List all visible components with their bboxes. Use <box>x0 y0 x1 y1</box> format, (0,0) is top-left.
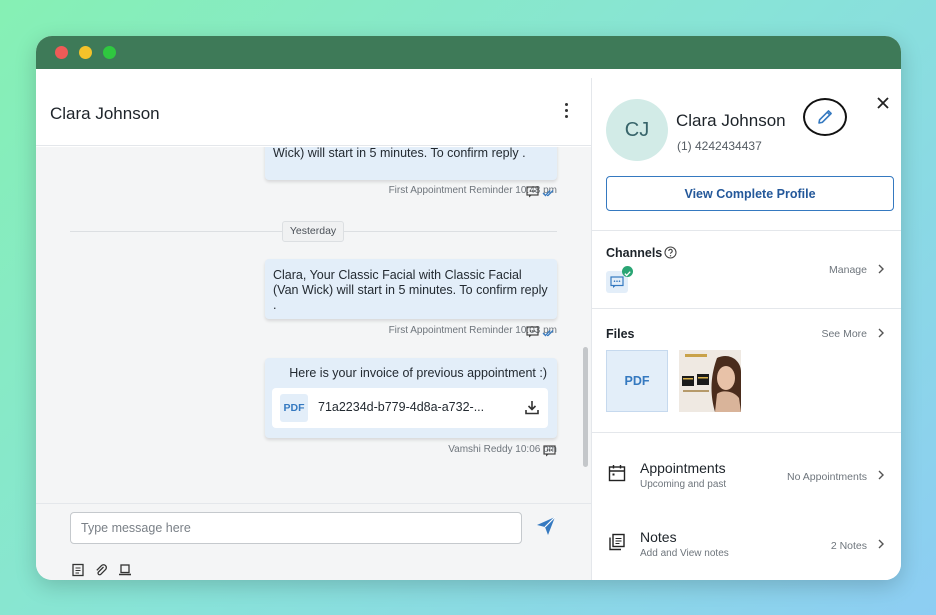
message-input[interactable] <box>70 512 522 544</box>
divider <box>592 432 901 433</box>
chat-title: Clara Johnson <box>50 104 160 123</box>
chevron-right-icon <box>878 328 884 338</box>
view-complete-profile-button[interactable]: View Complete Profile <box>606 176 894 211</box>
connected-check-icon <box>622 266 633 277</box>
date-divider: Yesterday <box>282 221 344 242</box>
sms-icon <box>526 326 539 338</box>
message-scrollbar[interactable] <box>583 347 588 467</box>
chevron-right-icon <box>878 264 884 274</box>
laptop-icon[interactable] <box>118 563 132 577</box>
app-window: Clara Johnson Wick) will start in 5 minu… <box>36 36 901 580</box>
files-title: Files <box>606 327 635 341</box>
notes-subtitle: Add and View notes <box>640 548 729 559</box>
double-check-icon <box>542 330 554 337</box>
pdf-file-thumbnail[interactable]: PDF <box>606 350 668 412</box>
message-text: Here is your invoice of previous appoint… <box>289 366 547 380</box>
chevron-right-icon <box>878 470 884 480</box>
attachment-name: 71a2234d-b779-4d8a-a732-... <box>318 400 485 414</box>
appointments-subtitle: Upcoming and past <box>640 479 727 490</box>
minimize-window-button[interactable] <box>79 46 92 59</box>
chat-column: Clara Johnson Wick) will start in 5 minu… <box>36 78 591 580</box>
notes-title: Notes <box>640 529 677 545</box>
divider <box>592 308 901 309</box>
window-titlebar <box>36 36 901 69</box>
attachment-icon[interactable] <box>94 563 108 577</box>
notes-count: 2 Notes <box>830 540 867 552</box>
message-text: Clara, Your Classic Facial with Classic … <box>273 268 548 312</box>
pdf-icon: PDF <box>280 394 308 422</box>
pencil-icon[interactable] <box>816 108 834 126</box>
appointments-title: Appointments <box>640 460 726 476</box>
divider <box>592 230 901 231</box>
image-file-thumbnail[interactable] <box>679 350 741 412</box>
message-bubble: Wick) will start in 5 minutes. To confir… <box>265 147 557 180</box>
contact-phone: (1) 4242434437 <box>677 139 762 153</box>
message-bubble: Clara, Your Classic Facial with Classic … <box>265 259 557 319</box>
close-icon[interactable] <box>876 96 890 110</box>
appointments-status: No Appointments <box>787 471 867 483</box>
composer <box>36 503 591 580</box>
contact-name: Clara Johnson <box>676 111 786 130</box>
maximize-window-button[interactable] <box>103 46 116 59</box>
notes-icon <box>609 533 625 551</box>
calendar-icon <box>608 465 626 482</box>
double-check-icon <box>542 190 554 197</box>
see-more-files-link[interactable]: See More <box>821 328 867 340</box>
download-icon[interactable] <box>524 399 540 416</box>
attachment-card[interactable]: PDF 71a2234d-b779-4d8a-a732-... <box>272 388 548 428</box>
message-list[interactable]: Wick) will start in 5 minutes. To confir… <box>36 147 591 503</box>
more-options-icon[interactable] <box>558 100 574 124</box>
message-meta: Vamshi Reddy 10:06 pm <box>448 444 557 455</box>
manage-channels-link[interactable]: Manage <box>829 264 867 276</box>
help-icon[interactable] <box>664 246 677 259</box>
sms-icon <box>526 186 539 198</box>
template-icon[interactable] <box>71 563 85 577</box>
close-window-button[interactable] <box>55 46 68 59</box>
message-bubble: Here is your invoice of previous appoint… <box>265 358 557 438</box>
chevron-right-icon <box>878 539 884 549</box>
chat-header: Clara Johnson <box>36 78 591 146</box>
contact-panel: CJ Clara Johnson (1) 4242434437 View Com… <box>591 78 901 580</box>
send-icon[interactable] <box>536 516 556 536</box>
channels-title: Channels <box>606 246 663 260</box>
avatar: CJ <box>606 99 668 161</box>
sms-icon <box>543 445 556 457</box>
message-text: Wick) will start in 5 minutes. To confir… <box>273 147 526 160</box>
